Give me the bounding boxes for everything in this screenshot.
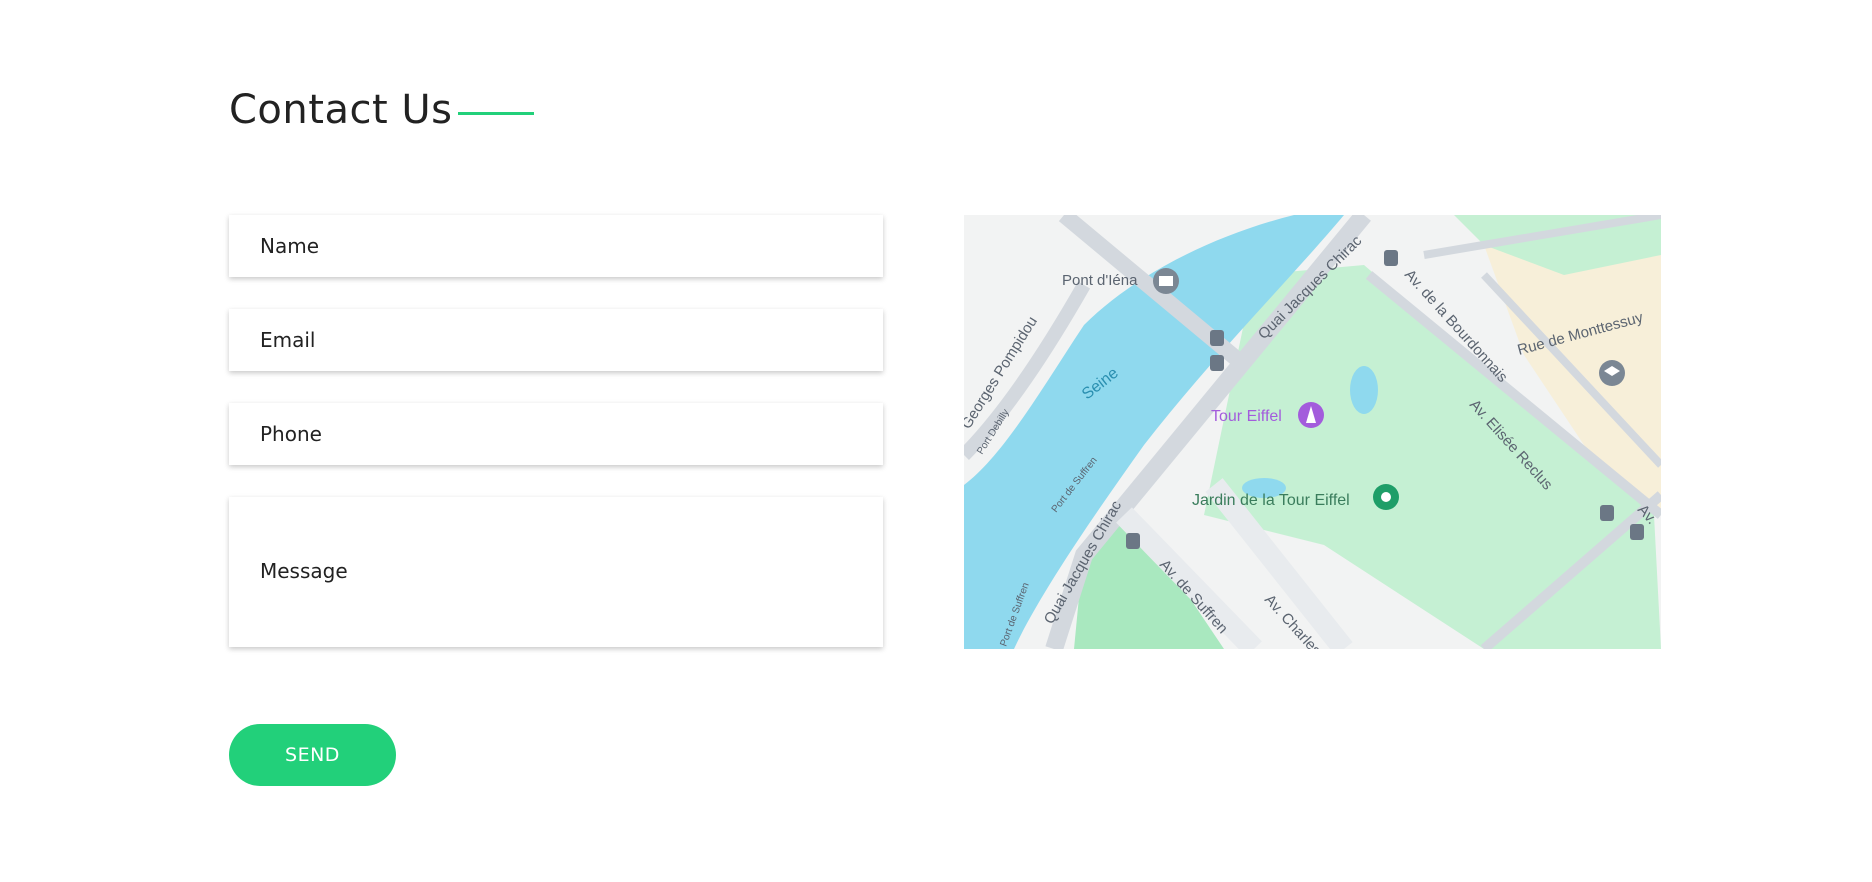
map-label-tour-eiffel: Tour Eiffel: [1211, 408, 1282, 425]
school-icon[interactable]: [1599, 360, 1625, 386]
map-pond-1: [1350, 366, 1378, 414]
phone-input[interactable]: [229, 403, 883, 465]
map-label-pont-diena: Pont d'Iéna: [1062, 272, 1138, 289]
email-input[interactable]: [229, 309, 883, 371]
title-underline: [458, 111, 535, 115]
send-button[interactable]: SEND: [229, 724, 396, 786]
message-textarea[interactable]: [229, 497, 883, 647]
name-input[interactable]: [229, 215, 883, 277]
contact-form: [229, 215, 883, 679]
monument-icon[interactable]: [1298, 402, 1324, 428]
bridge-icon[interactable]: [1153, 268, 1179, 294]
map-embed[interactable]: Pont d'Iéna Seine Quai Jacques Chirac Qu…: [964, 215, 1661, 649]
map-canvas[interactable]: Pont d'Iéna Seine Quai Jacques Chirac Qu…: [964, 215, 1661, 649]
contact-page: Contact Us SEND: [0, 0, 1872, 882]
map-label-jardin: Jardin de la Tour Eiffel: [1192, 492, 1350, 509]
garden-icon[interactable]: [1373, 484, 1399, 510]
page-title: Contact Us: [229, 87, 453, 133]
section-header: Contact Us: [229, 82, 535, 138]
